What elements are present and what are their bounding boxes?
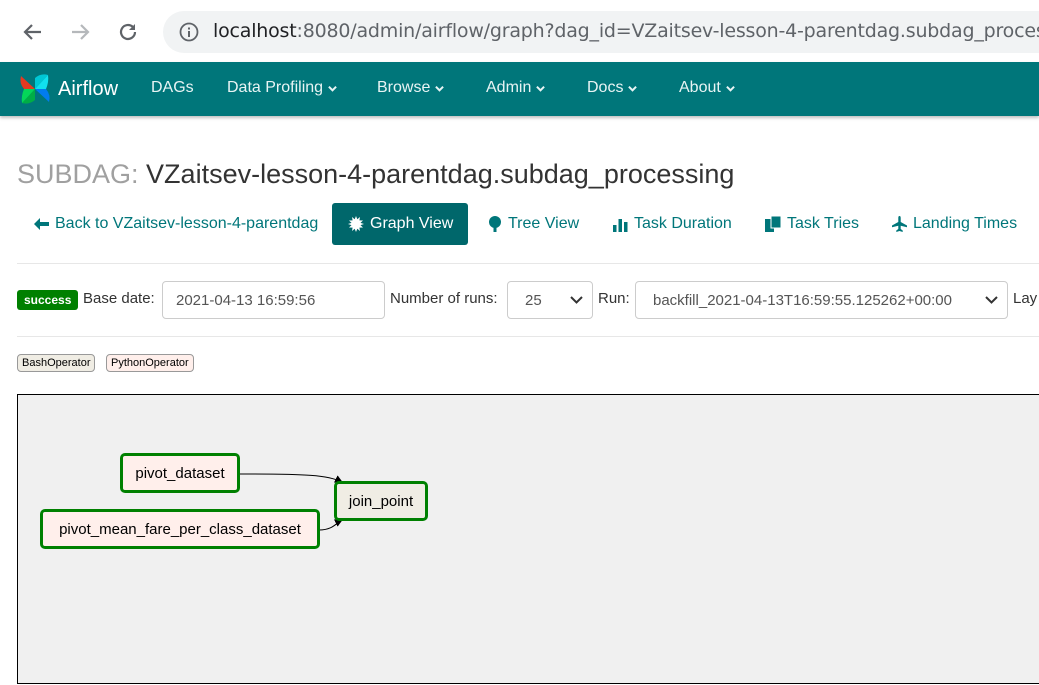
arrow-left-icon [34, 217, 49, 231]
brand-name: Airflow [58, 78, 118, 101]
task-node-pivot-mean-fare-per-class-dataset[interactable]: pivot_mean_fare_per_class_dataset [40, 509, 320, 549]
arrow-left-icon [22, 21, 44, 43]
chevron-down-icon [328, 84, 337, 93]
base-date-input[interactable]: 2021-04-13 16:59:56 [162, 281, 385, 319]
chevron-down-icon [536, 84, 545, 93]
chevron-down-icon [985, 295, 998, 305]
run-select[interactable]: backfill_2021-04-13T16:59:55.125262+00:0… [635, 281, 1008, 319]
nav-dags[interactable]: DAGs [151, 79, 194, 97]
nav-browse[interactable]: Browse [377, 79, 444, 97]
tab-task-tries[interactable]: Task Tries [765, 203, 859, 245]
nav-admin-label: Admin [486, 79, 531, 97]
tab-back-to-parent-label: Back to VZaitsev-lesson-4-parentdag [55, 215, 318, 233]
base-date-value: 2021-04-13 16:59:56 [176, 292, 315, 309]
url-host: localhost [213, 20, 297, 42]
task-node-pivot-dataset[interactable]: pivot_dataset [120, 453, 240, 493]
airflow-navbar: Airflow DAGs Data Profiling Browse Admin… [0, 62, 1039, 116]
nav-data-profiling-label: Data Profiling [227, 79, 323, 97]
task-node-label: pivot_dataset [135, 465, 224, 482]
nav-dags-label: DAGs [151, 79, 194, 97]
nav-docs[interactable]: Docs [587, 79, 637, 97]
legend-bash-operator[interactable]: BashOperator [17, 354, 95, 372]
legend-python-operator[interactable]: PythonOperator [106, 354, 194, 372]
tab-tree-view-label: Tree View [508, 215, 579, 233]
tab-landing-times[interactable]: Landing Times [892, 203, 1017, 245]
reload-button[interactable] [111, 15, 145, 49]
tree-icon [488, 216, 502, 232]
chevron-down-icon [726, 84, 735, 93]
dag-state-badge: success [17, 290, 78, 310]
forward-button[interactable] [63, 15, 97, 49]
reload-icon [117, 21, 139, 43]
run-value: backfill_2021-04-13T16:59:55.125262+00:0… [653, 292, 952, 309]
arrow-right-icon [69, 21, 91, 43]
page-title-prefix: SUBDAG: [17, 159, 139, 189]
info-icon[interactable] [179, 22, 199, 42]
url-path: :8080/admin/airflow/graph?dag_id=VZaitse… [297, 20, 1039, 42]
tab-landing-times-label: Landing Times [913, 215, 1017, 233]
edge-pivot-dataset-to-join-point [238, 474, 342, 482]
layout-label: Lay [1013, 290, 1037, 307]
tab-graph-view[interactable]: Graph View [332, 203, 468, 245]
nav-docs-label: Docs [587, 79, 623, 97]
num-runs-value: 25 [525, 292, 542, 309]
tab-tree-view[interactable]: Tree View [488, 203, 579, 245]
airflow-logo-icon [16, 70, 54, 108]
edge-pivot-mean-fare-to-join-point [319, 520, 342, 530]
nav-browse-label: Browse [377, 79, 430, 97]
run-label: Run: [598, 290, 630, 307]
url-text[interactable]: localhost:8080/admin/airflow/graph?dag_i… [213, 20, 1039, 42]
num-runs-label: Number of runs: [390, 290, 498, 307]
address-bar[interactable]: localhost:8080/admin/airflow/graph?dag_i… [163, 11, 1039, 53]
nav-about[interactable]: About [679, 79, 735, 97]
browser-toolbar: localhost:8080/admin/airflow/graph?dag_i… [0, 0, 1039, 62]
chevron-down-icon [628, 84, 637, 93]
page-title-dag-id: VZaitsev-lesson-4-parentdag.subdag_proce… [146, 159, 734, 189]
bar-chart-icon [613, 217, 628, 232]
plane-icon [892, 216, 907, 232]
nav-data-profiling[interactable]: Data Profiling [227, 79, 337, 97]
tab-back-to-parent[interactable]: Back to VZaitsev-lesson-4-parentdag [34, 203, 318, 245]
tab-graph-view-label: Graph View [370, 215, 453, 233]
task-node-label: pivot_mean_fare_per_class_dataset [59, 521, 301, 538]
brand-link[interactable]: Airflow [16, 69, 118, 109]
task-node-join-point[interactable]: join_point [334, 481, 428, 521]
divider [17, 263, 1039, 264]
page-title: SUBDAG: VZaitsev-lesson-4-parentdag.subd… [17, 159, 734, 190]
num-runs-select[interactable]: 25 [507, 281, 593, 319]
copy-icon [765, 216, 781, 232]
chevron-down-icon [570, 295, 583, 305]
back-button[interactable] [16, 15, 50, 49]
divider [17, 336, 1039, 337]
nav-about-label: About [679, 79, 721, 97]
dag-graph-canvas[interactable]: pivot_dataset pivot_mean_fare_per_class_… [17, 394, 1039, 684]
chevron-down-icon [435, 84, 444, 93]
nav-admin[interactable]: Admin [486, 79, 545, 97]
asterisk-icon [348, 216, 364, 232]
tab-task-duration[interactable]: Task Duration [613, 203, 732, 245]
task-node-label: join_point [349, 493, 413, 510]
base-date-label: Base date: [83, 290, 155, 307]
tab-task-tries-label: Task Tries [787, 215, 859, 233]
tab-task-duration-label: Task Duration [634, 215, 732, 233]
